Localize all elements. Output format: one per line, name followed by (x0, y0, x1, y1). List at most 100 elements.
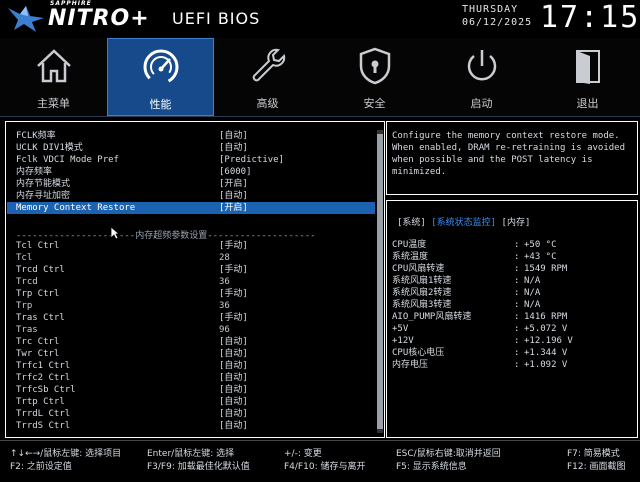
timing-row[interactable]: Tcl Ctrl [手动] (16, 240, 376, 252)
setting-row-fclk[interactable]: FCLK频率 [自动] (16, 130, 376, 142)
timing-label: Tcl Ctrl (16, 241, 60, 251)
wolf-logo-icon (8, 6, 44, 32)
hint-save-exit: F4/F10: 储存与离开 (284, 462, 366, 472)
hint-easy-mode: F7: 简易模式 (567, 449, 620, 459)
setting-value: [开启] (219, 203, 248, 213)
monitor-label: +12V (392, 336, 414, 346)
timing-row[interactable]: Twr Ctrl [自动] (16, 348, 376, 360)
timing-label: Trp Ctrl (16, 289, 60, 299)
monitor-row: CPU风扇转速:1549 RPM (392, 263, 632, 275)
timing-row[interactable]: TrrdL Ctrl [自动] (16, 408, 376, 420)
setting-row-mem-encrypt[interactable]: 内存寻址加密 [自动] (16, 190, 376, 202)
timing-row[interactable]: TrrdS Ctrl [自动] (16, 420, 376, 432)
timing-row[interactable]: Tcl 28 (16, 252, 376, 264)
hint-previous-values: F2: 之前设定值 (10, 462, 72, 472)
monitor-tab-memory[interactable]: [内存] (502, 215, 531, 228)
tab-boot[interactable]: 启动 (428, 38, 535, 116)
timing-row[interactable]: Trc Ctrl [自动] (16, 336, 376, 348)
setting-row-mem-freq[interactable]: 内存频率 [6000] (16, 166, 376, 178)
monitor-row: +12V: +12.196 V (392, 335, 632, 347)
timing-value: [自动] (219, 397, 248, 407)
setting-label: 内存频率 (16, 167, 53, 177)
tab-performance-label: 性能 (149, 98, 172, 111)
wrench-icon (252, 48, 285, 82)
monitor-label: 系统风扇3转速 (392, 300, 452, 310)
timing-value: [自动] (219, 421, 248, 431)
timing-label: Tcl (16, 253, 33, 263)
setting-label: FCLK频率 (16, 131, 56, 141)
shield-lock-icon (359, 47, 390, 85)
monitor-colon: : (514, 240, 520, 250)
monitor-tab-system[interactable]: [系统] (397, 215, 426, 228)
tab-advanced[interactable]: 高级 (214, 38, 321, 116)
monitor-row: CPU温度: +50 °C (392, 239, 632, 251)
timing-row[interactable]: Trp Ctrl [手动] (16, 288, 376, 300)
power-icon (467, 50, 496, 81)
timing-label: Trfc2 Ctrl (16, 373, 71, 383)
monitor-label: 系统温度 (392, 252, 429, 262)
hint-load-defaults: F3/F9: 加载最佳化默认值 (147, 462, 250, 472)
monitor-colon: : (514, 264, 520, 274)
monitor-tabs: [系统] [系统状态监控] [内存] (397, 215, 530, 228)
timing-row[interactable]: Trcd 36 (16, 276, 376, 288)
hint-select: Enter/鼠标左键: 选择 (147, 449, 235, 459)
monitor-row: +5V: +5.072 V (392, 323, 632, 335)
timing-row[interactable]: Trfc1 Ctrl [自动] (16, 360, 376, 372)
tab-exit[interactable]: 退出 (535, 38, 640, 116)
monitor-colon: : (514, 276, 520, 286)
monitor-colon: : (514, 288, 520, 298)
monitor-value: 1549 RPM (524, 264, 568, 274)
clock: 17:15 (540, 0, 640, 35)
setting-row-memory-context-restore[interactable]: Memory Context Restore [开启] (7, 202, 375, 214)
monitor-value: N/A (524, 300, 541, 310)
timing-row[interactable]: Tras 96 (16, 324, 376, 336)
setting-label: 内存寻址加密 (16, 191, 71, 201)
timing-value: [手动] (219, 241, 248, 251)
timing-label: Tras Ctrl (16, 313, 65, 323)
monitor-label: +5V (392, 324, 409, 334)
header: SAPPHIRE NITRO+ UEFI BIOS THURSDAY 06/12… (0, 0, 640, 38)
monitor-row: 系统温度: +43 °C (392, 251, 632, 263)
help-panel: Configure the memory context restore mod… (386, 121, 638, 195)
timing-value: 28 (219, 253, 230, 263)
monitor-colon: : (514, 360, 520, 370)
timing-label: Trcd (16, 277, 38, 287)
tab-main-menu[interactable]: 主菜单 (0, 38, 107, 116)
setting-label: UCLK DIV1模式 (16, 143, 83, 153)
monitor-tab-status[interactable]: [系统状态监控] (431, 215, 496, 228)
monitor-colon: : (514, 312, 520, 322)
tab-security[interactable]: 安全 (321, 38, 428, 116)
tab-boot-label: 启动 (470, 97, 493, 110)
main-nav: 主菜单 性能 高级 安全 启动 退出 (0, 38, 640, 117)
timing-label: Trfc1 Ctrl (16, 361, 71, 371)
tab-security-label: 安全 (363, 97, 386, 110)
monitor-row: AIO_PUMP风扇转速:1416 RPM (392, 311, 632, 323)
monitor-row: 系统风扇3转速: N/A (392, 299, 632, 311)
setting-label: 内存节能模式 (16, 179, 71, 189)
setting-row-uclk[interactable]: UCLK DIV1模式 [自动] (16, 142, 376, 154)
timing-row[interactable]: Trp 36 (16, 300, 376, 312)
monitor-value: N/A (524, 276, 541, 286)
timing-row[interactable]: Trtp Ctrl [自动] (16, 396, 376, 408)
scrollbar[interactable] (377, 130, 383, 433)
setting-value: [自动] (219, 191, 248, 201)
timing-value: 96 (219, 325, 230, 335)
timing-label: TrfcSb Ctrl (16, 385, 76, 395)
timing-value: [自动] (219, 361, 248, 371)
timing-value: 36 (219, 277, 230, 287)
timing-label: Twr Ctrl (16, 349, 60, 359)
tab-performance[interactable]: 性能 (107, 38, 214, 116)
timing-value: [自动] (219, 385, 248, 395)
timing-label: TrrdL Ctrl (16, 409, 71, 419)
monitor-value: +12.196 V (524, 336, 573, 346)
setting-row-vdci[interactable]: Fclk VDCI Mode Pref [Predictive] (16, 154, 376, 166)
timing-row[interactable]: Trcd Ctrl [手动] (16, 264, 376, 276)
timing-row[interactable]: Trfc2 Ctrl [自动] (16, 372, 376, 384)
timing-row[interactable]: Tras Ctrl [手动] (16, 312, 376, 324)
monitor-colon: : (514, 252, 520, 262)
timing-row[interactable]: TrfcSb Ctrl [自动] (16, 384, 376, 396)
hint-system-info: F5: 显示系统信息 (396, 462, 467, 472)
setting-row-mem-power[interactable]: 内存节能模式 [开启] (16, 178, 376, 190)
monitor-row: 系统风扇2转速: N/A (392, 287, 632, 299)
scrollbar-thumb[interactable] (377, 134, 383, 429)
